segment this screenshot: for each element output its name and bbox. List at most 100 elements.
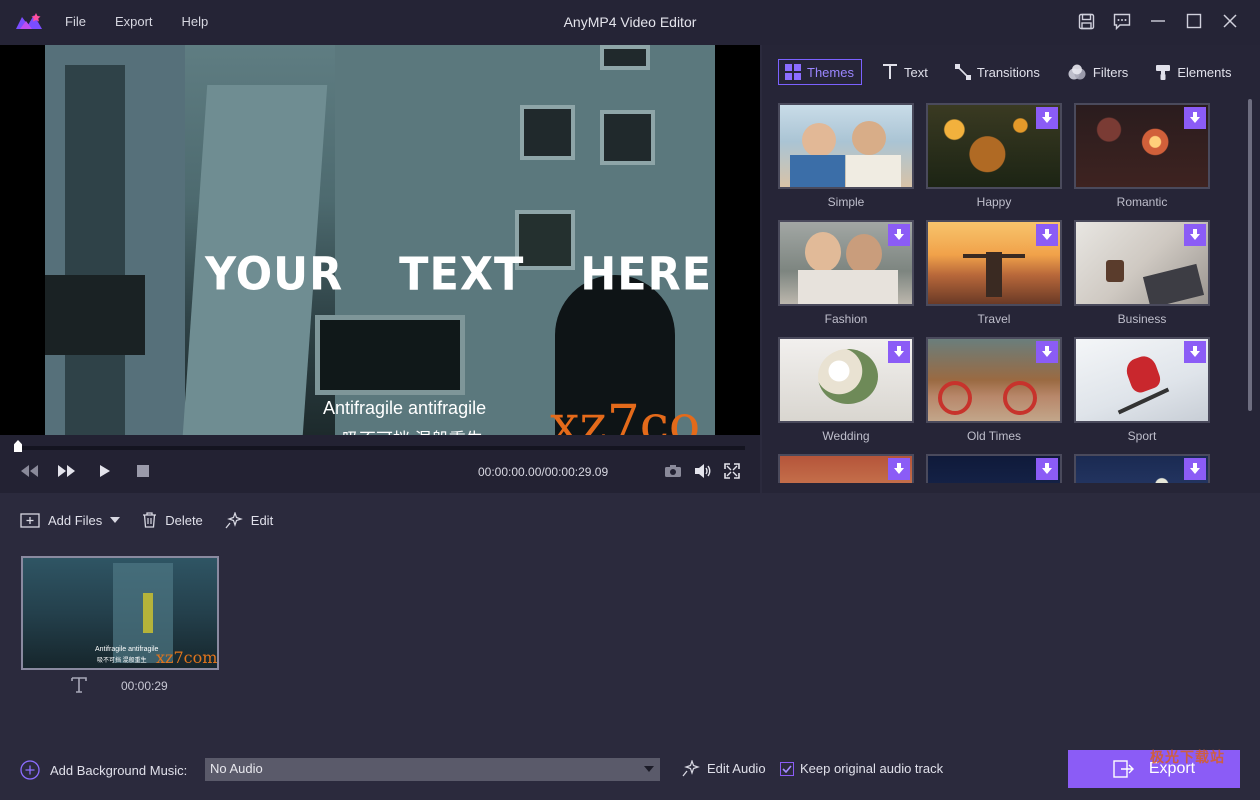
- themes-grid: Simple Happy Romantic Fashion Travel Bus…: [778, 103, 1218, 483]
- menu-help[interactable]: Help: [182, 14, 209, 29]
- camera-icon: [665, 465, 681, 477]
- save-button[interactable]: [1076, 10, 1096, 32]
- keep-original-audio-label: Keep original audio track: [800, 761, 944, 776]
- tab-elements[interactable]: Elements: [1149, 59, 1238, 85]
- theme-item-business[interactable]: Business: [1074, 220, 1210, 326]
- tab-text[interactable]: Text: [876, 59, 935, 85]
- theme-thumbnail[interactable]: [1074, 220, 1210, 306]
- play-button[interactable]: [97, 462, 113, 480]
- minimize-button[interactable]: [1148, 10, 1168, 32]
- tab-themes[interactable]: Themes: [778, 59, 862, 85]
- download-badge[interactable]: [888, 224, 910, 246]
- player-controls: 00:00:00.00/00:00:29.09: [0, 435, 760, 493]
- rewind-button[interactable]: [18, 462, 40, 480]
- theme-thumbnail[interactable]: [926, 103, 1062, 189]
- fast-forward-button[interactable]: [56, 462, 78, 480]
- theme-item-sport[interactable]: Sport: [1074, 337, 1210, 443]
- download-badge[interactable]: [1036, 341, 1058, 363]
- maximize-button[interactable]: [1184, 10, 1204, 32]
- subtitle-line-1: Antifragile antifragile: [323, 398, 487, 418]
- download-icon: [1042, 346, 1052, 357]
- stop-button[interactable]: [135, 462, 151, 480]
- theme-thumbnail[interactable]: [1074, 103, 1210, 189]
- download-icon: [894, 463, 904, 474]
- seek-bar[interactable]: [14, 440, 745, 452]
- theme-item-romantic[interactable]: Romantic: [1074, 103, 1210, 209]
- menu-file[interactable]: File: [65, 14, 86, 29]
- theme-item[interactable]: [778, 454, 914, 483]
- download-badge[interactable]: [1184, 224, 1206, 246]
- timecode: 00:00:00.00/00:00:29.09: [478, 465, 609, 479]
- add-background-music-button[interactable]: Add Background Music:: [20, 760, 187, 780]
- themes-scrollbar[interactable]: [1248, 99, 1252, 411]
- seek-handle[interactable]: [14, 440, 22, 452]
- clip-caption-1: Antifragile antifragile: [95, 646, 159, 653]
- chevron-down-icon[interactable]: [110, 517, 121, 523]
- download-badge[interactable]: [1036, 224, 1058, 246]
- audio-select-value: No Audio: [210, 761, 263, 776]
- audio-select[interactable]: No Audio: [205, 758, 660, 781]
- download-badge[interactable]: [1036, 458, 1058, 480]
- theme-thumbnail[interactable]: [926, 337, 1062, 423]
- theme-item-old-times[interactable]: Old Times: [926, 337, 1062, 443]
- theme-thumbnail[interactable]: [1074, 454, 1210, 483]
- theme-item-wedding[interactable]: Wedding: [778, 337, 914, 443]
- edit-button[interactable]: Edit: [225, 511, 273, 529]
- snapshot-button[interactable]: [663, 462, 683, 480]
- download-icon: [894, 229, 904, 240]
- feedback-button[interactable]: [1112, 10, 1132, 32]
- elements-icon: [1156, 65, 1171, 80]
- magic-wand-icon: [225, 511, 243, 528]
- video-clip-thumbnail[interactable]: Antifragile antifragile 吸不可挡 混般重生 xz7com: [21, 556, 219, 670]
- close-button[interactable]: [1220, 10, 1240, 32]
- delete-button[interactable]: Delete: [142, 512, 203, 528]
- keep-original-audio-checkbox[interactable]: [780, 761, 794, 776]
- theme-item-simple[interactable]: Simple: [778, 103, 914, 209]
- theme-item-happy[interactable]: Happy: [926, 103, 1062, 209]
- save-icon: [1078, 13, 1094, 29]
- volume-button[interactable]: [693, 462, 713, 480]
- fullscreen-button[interactable]: [723, 462, 741, 480]
- download-badge[interactable]: [888, 458, 910, 480]
- magic-wand-icon: [682, 760, 700, 777]
- clip-caption-2: 吸不可挡 混般重生: [97, 658, 147, 664]
- theme-thumbnail[interactable]: [926, 220, 1062, 306]
- download-badge[interactable]: [888, 341, 910, 363]
- download-badge[interactable]: [1184, 458, 1206, 480]
- theme-thumbnail[interactable]: [778, 220, 914, 306]
- video-preview[interactable]: YOUR TEXT HERE Antifragile antifragile 吸…: [0, 45, 760, 435]
- theme-item-travel[interactable]: Travel: [926, 220, 1062, 326]
- minimize-icon: [1151, 20, 1165, 22]
- theme-label: Happy: [976, 195, 1012, 209]
- clip-text-button[interactable]: [70, 676, 88, 697]
- theme-thumbnail[interactable]: [1074, 337, 1210, 423]
- theme-label: Travel: [977, 312, 1011, 326]
- theme-item-fashion[interactable]: Fashion: [778, 220, 914, 326]
- menu-export[interactable]: Export: [115, 14, 153, 29]
- theme-thumbnail[interactable]: [778, 103, 914, 189]
- photo-shape: [986, 252, 1002, 297]
- checkmark-icon: [782, 764, 792, 773]
- window-shape: [45, 275, 145, 355]
- theme-thumbnail[interactable]: [778, 337, 914, 423]
- clip-duration: 00:00:29: [121, 679, 168, 693]
- window-controls: [1076, 10, 1240, 32]
- photo-shape: [790, 155, 845, 187]
- download-badge[interactable]: [1184, 107, 1206, 129]
- edit-audio-button[interactable]: Edit Audio: [682, 760, 766, 777]
- title-bar: File Export Help AnyMP4 Video Editor: [0, 0, 1260, 45]
- add-background-music-label: Add Background Music:: [50, 762, 188, 778]
- theme-label: Business: [1117, 312, 1167, 326]
- theme-item[interactable]: [1074, 454, 1210, 483]
- window-shape: [520, 105, 575, 160]
- theme-item[interactable]: [926, 454, 1062, 483]
- download-badge[interactable]: [1036, 107, 1058, 129]
- photo-shape: [1123, 352, 1163, 396]
- transitions-icon: [954, 64, 971, 80]
- download-badge[interactable]: [1184, 341, 1206, 363]
- add-files-button[interactable]: Add Files: [20, 512, 121, 528]
- theme-thumbnail[interactable]: [926, 454, 1062, 483]
- tab-filters[interactable]: Filters: [1061, 59, 1135, 85]
- tab-transitions[interactable]: Transitions: [949, 59, 1047, 85]
- theme-thumbnail[interactable]: [778, 454, 914, 483]
